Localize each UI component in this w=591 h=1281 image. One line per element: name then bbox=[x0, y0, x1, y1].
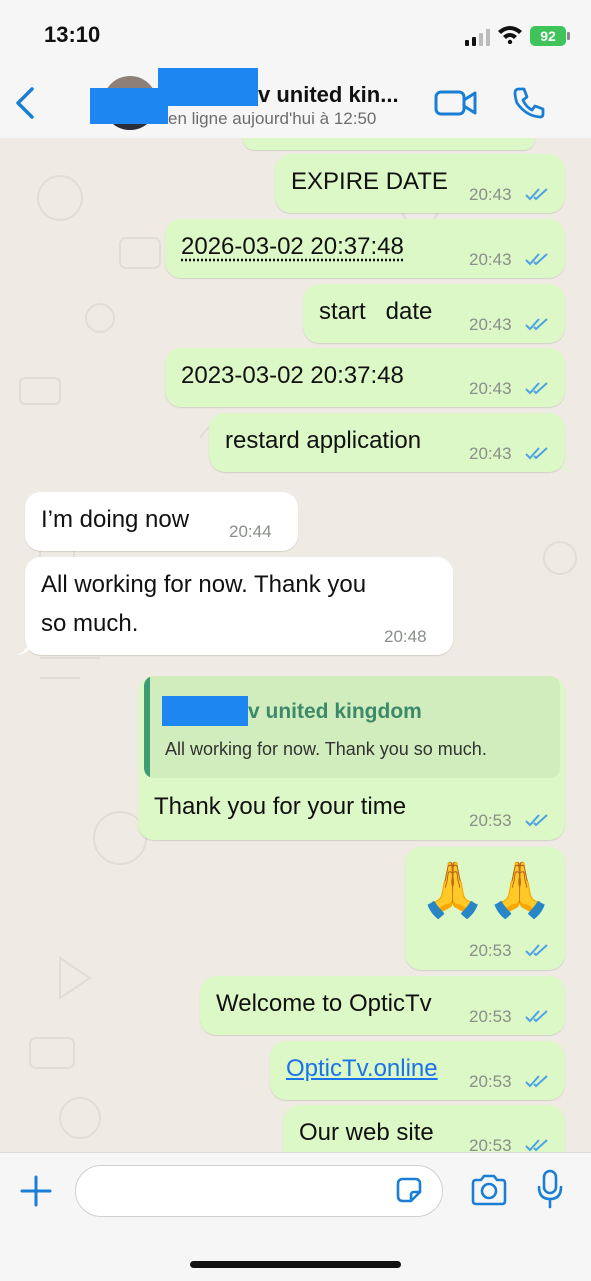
message-time: 20:44 bbox=[229, 522, 272, 541]
quoted-message[interactable]: v united kingdom All working for now. Th… bbox=[144, 676, 560, 778]
wifi-icon bbox=[498, 26, 522, 44]
message-text: restard application bbox=[225, 427, 422, 454]
message-bubble[interactable]: Welcome to OpticTv 20:53 bbox=[200, 976, 565, 1035]
message-time: 20:43 bbox=[469, 185, 512, 204]
message-text: I’m doing now bbox=[41, 506, 190, 533]
status-time: 13:10 bbox=[44, 22, 101, 47]
redacted-name-block bbox=[90, 88, 168, 124]
message-text: 2023-03-02 20:37:48 bbox=[181, 362, 404, 389]
message-text: Our web site bbox=[299, 1119, 434, 1146]
message-time: 20:43 bbox=[469, 315, 512, 334]
redacted-name-block bbox=[162, 696, 248, 726]
battery-icon: 92 bbox=[530, 26, 570, 46]
microphone-icon[interactable] bbox=[536, 1169, 564, 1209]
message-bubble-partial[interactable] bbox=[243, 138, 535, 150]
bubble-tail bbox=[15, 641, 29, 655]
read-ticks-icon bbox=[525, 1010, 548, 1023]
read-ticks-icon bbox=[525, 253, 548, 266]
message-time: 20:53 bbox=[469, 1136, 512, 1152]
message-bubble[interactable]: OpticTv.online 20:53 bbox=[270, 1041, 565, 1100]
camera-icon[interactable] bbox=[470, 1173, 508, 1207]
message-time: 20:48 bbox=[384, 627, 427, 646]
read-ticks-icon bbox=[525, 1075, 548, 1088]
message-bubble[interactable]: start date 20:43 bbox=[303, 284, 565, 343]
message-time: 20:53 bbox=[469, 941, 512, 960]
message-time: 20:53 bbox=[469, 1072, 512, 1091]
phone-icon[interactable] bbox=[512, 86, 546, 120]
quoted-author: v united kingdom bbox=[248, 700, 422, 723]
emoji-praying-hands: 🙏🙏 bbox=[419, 860, 554, 920]
message-bubble[interactable]: restard application 20:43 bbox=[209, 413, 565, 472]
message-text: Welcome to OpticTv bbox=[216, 990, 432, 1017]
message-bubble[interactable]: 2026-03-02 20:37:48 20:43 bbox=[165, 219, 565, 278]
message-bubble[interactable]: EXPIRE DATE 20:43 bbox=[275, 154, 565, 213]
cellular-signal-icon bbox=[465, 29, 490, 46]
contact-name[interactable]: v united kin... bbox=[258, 82, 399, 108]
chat-header: v united kin... en ligne aujourd'hui à 1… bbox=[0, 68, 591, 139]
read-ticks-icon bbox=[525, 382, 548, 395]
message-time: 20:43 bbox=[469, 250, 512, 269]
message-text-line: All working for now. Thank you bbox=[41, 571, 367, 598]
status-bar: 13:10 92 bbox=[0, 0, 591, 68]
message-bubble[interactable]: I’m doing now 20:44 bbox=[25, 492, 298, 551]
read-ticks-icon bbox=[525, 188, 548, 201]
message-time: 20:53 bbox=[469, 811, 512, 830]
sticker-icon[interactable] bbox=[394, 1175, 424, 1205]
bubble-tail bbox=[561, 458, 575, 472]
plus-icon[interactable] bbox=[18, 1173, 54, 1209]
chat-area[interactable]: EXPIRE DATE 20:43 2026-03-02 20:37:48 20… bbox=[0, 138, 591, 1152]
read-ticks-icon bbox=[525, 944, 548, 957]
message-bubble-emoji[interactable]: 🙏🙏 20:53 bbox=[405, 847, 565, 970]
video-call-icon[interactable] bbox=[434, 88, 478, 118]
message-time: 20:43 bbox=[469, 379, 512, 398]
message-input-bar bbox=[0, 1152, 591, 1281]
redacted-name-block bbox=[158, 68, 258, 106]
read-ticks-icon bbox=[525, 447, 548, 460]
message-bubble[interactable]: 2023-03-02 20:37:48 20:43 bbox=[165, 348, 565, 407]
message-text-line: so much. bbox=[41, 610, 139, 637]
message-bubble[interactable]: All working for now. Thank you so much. … bbox=[25, 557, 453, 655]
message-text: 2026-03-02 20:37:48 bbox=[181, 233, 404, 260]
read-ticks-icon bbox=[525, 1139, 548, 1152]
back-chevron-icon[interactable] bbox=[12, 86, 38, 120]
message-bubble[interactable]: Our web site 20:53 bbox=[283, 1105, 565, 1152]
message-time: 20:53 bbox=[469, 1007, 512, 1026]
message-link[interactable]: OpticTv.online bbox=[286, 1055, 438, 1083]
message-time: 20:43 bbox=[469, 444, 512, 463]
quote-accent-bar bbox=[144, 676, 150, 778]
message-text: EXPIRE DATE bbox=[291, 168, 448, 195]
quoted-text: All working for now. Thank you so much. bbox=[165, 739, 487, 759]
message-text: Thank you for your time bbox=[154, 793, 407, 820]
contact-status: en ligne aujourd'hui à 12:50 bbox=[168, 109, 377, 128]
home-indicator bbox=[190, 1261, 401, 1268]
message-input[interactable] bbox=[75, 1165, 443, 1217]
read-ticks-icon bbox=[525, 814, 548, 827]
message-text: start date bbox=[319, 298, 433, 325]
read-ticks-icon bbox=[525, 318, 548, 331]
